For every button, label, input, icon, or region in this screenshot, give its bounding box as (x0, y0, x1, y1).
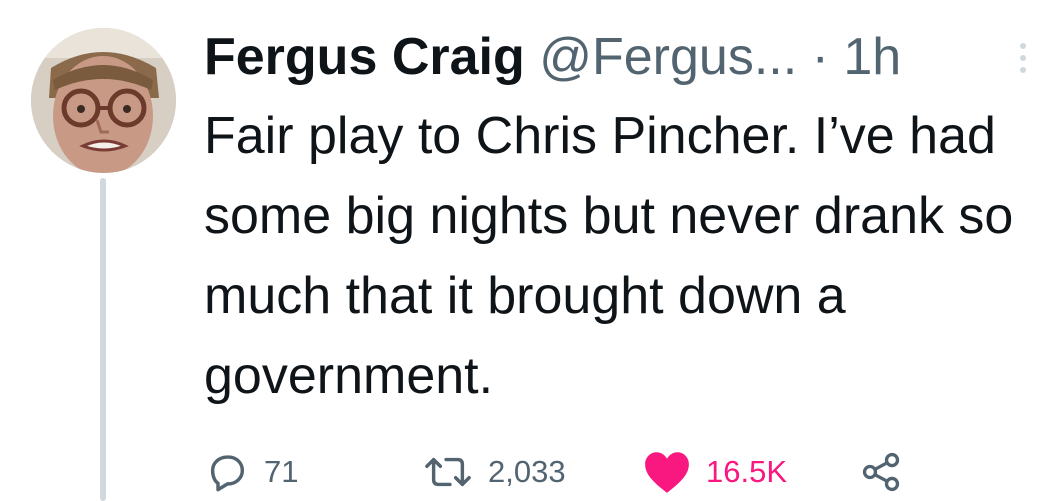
share-icon (862, 452, 900, 492)
retweet-icon (425, 457, 471, 487)
share-button[interactable] (859, 444, 903, 500)
retweet-count: 2,033 (488, 454, 566, 489)
thread-line (100, 178, 106, 501)
retweet-button[interactable]: 2,033 (422, 444, 566, 500)
separator-dot: · (811, 28, 829, 86)
tweet-header: Fergus Craig @Fergus... · 1h (204, 22, 1044, 92)
display-name[interactable]: Fergus Craig (204, 28, 525, 86)
more-icon[interactable] (1016, 43, 1030, 75)
like-count: 16.5K (706, 454, 788, 489)
reply-count: 71 (264, 454, 299, 489)
like-button[interactable]: 16.5K (642, 444, 787, 500)
handle[interactable]: @Fergus... (539, 28, 797, 86)
timestamp[interactable]: 1h (843, 28, 901, 86)
action-bar: 71 2,033 16.5K (204, 444, 1044, 500)
heart-icon (645, 452, 689, 493)
avatar[interactable] (31, 28, 176, 173)
reply-icon (210, 455, 245, 492)
avatar-photo-icon (31, 28, 176, 173)
tweet[interactable]: Fergus Craig @Fergus... · 1h Fair play t… (0, 0, 1062, 501)
reply-button[interactable]: 71 (204, 444, 298, 500)
tweet-text: Fair play to Chris Pincher. I’ve had som… (204, 107, 1014, 405)
